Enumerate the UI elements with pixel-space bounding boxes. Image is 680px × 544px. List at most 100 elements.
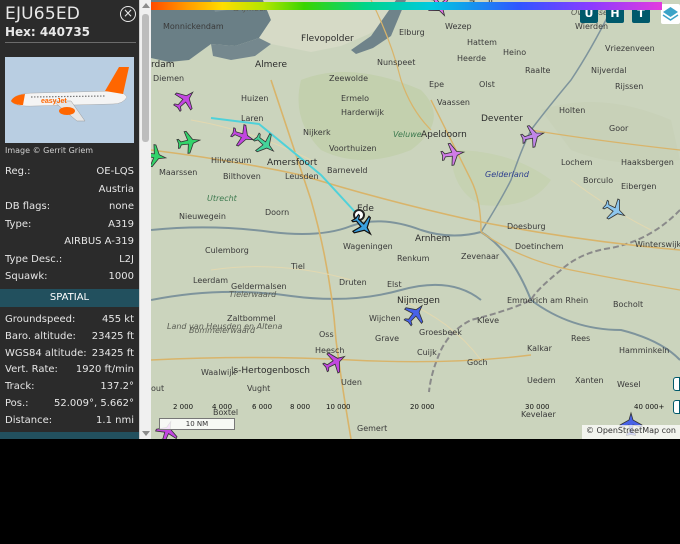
map-view[interactable]: & IJmeer Monnickendam Flevopolder Zwolle… [151, 0, 680, 439]
spatial-value: 137.2° [100, 381, 134, 393]
map-label-wijchen: Wijchen [369, 314, 401, 323]
map-label-ermelo: Ermelo [341, 94, 370, 103]
map-label-uedem: Uedem [527, 376, 556, 385]
spatial-value: 23425 ft [91, 347, 134, 359]
scroll-up-icon[interactable] [142, 3, 150, 8]
map-label-nijmegen: Nijmegen [397, 296, 440, 306]
map-label-cuijk: Cuijk [417, 348, 437, 357]
map-label-wesel: Wesel [617, 380, 641, 389]
map-label-olst: Olst [479, 80, 495, 89]
detail-value: AIRBUS A-319 [64, 236, 134, 247]
map-label-almere: Almere [255, 60, 288, 70]
map-label-nijverdal: Nijverdal [591, 66, 627, 75]
altitude-scale-labels: 2 000 4 000 6 000 8 000 10 000 20 000 30… [151, 403, 671, 415]
app: EJU65ED Hex: 440735 × easyJet Image © Ge… [0, 0, 680, 439]
map-attribution[interactable]: © OpenStreetMap con [581, 425, 680, 439]
detail-label: Type: [5, 218, 32, 230]
spatial-label: WGS84 altitude: [5, 347, 87, 359]
map-label-bilthoven: Bilthoven [223, 172, 261, 181]
airplane-photo-image: easyJet [5, 57, 134, 143]
map-label-holten: Holten [559, 106, 586, 115]
map-label-wierden: Wierden [575, 22, 609, 31]
map-label-goch: Goch [467, 358, 488, 367]
photo-credit: Image © Gerrit Griem [5, 146, 94, 155]
layers-icon [662, 7, 679, 21]
spatial-value: 23425 ft [91, 330, 134, 342]
map-label-borculo: Borculo [583, 176, 614, 185]
map-label-lochem: Lochem [561, 158, 593, 167]
spatial-section-header[interactable]: SPATIAL [0, 289, 139, 307]
map-label-renkum: Renkum [397, 254, 430, 263]
map-label-veluwe: Veluwe [393, 130, 422, 139]
spatial-label: Pos.: [5, 398, 29, 409]
map-label-bocholt: Bocholt [613, 300, 644, 309]
detail-value: 1000 [108, 271, 134, 282]
map-label-heino: Heino [503, 48, 527, 57]
map-label-leerdam: Leerdam [193, 276, 229, 285]
spatial-value: 1.1 nmi [96, 414, 134, 426]
map-label-groesbeek: Groesbeek [419, 328, 462, 337]
map-label-goor: Goor [609, 124, 629, 133]
spatial-label: Distance: [5, 414, 53, 426]
map-label-doesburg: Doesburg [507, 222, 546, 231]
map-label-doorn: Doorn [265, 208, 290, 217]
spatial-value: 52.009°, 5.662° [54, 398, 134, 409]
next-section-header[interactable] [0, 432, 139, 439]
detail-value: A319 [108, 218, 134, 230]
map-label-gelderland: Gelderland [485, 170, 529, 179]
altitude-color-scale [151, 2, 662, 10]
hex-code: Hex: 440735 [5, 25, 90, 39]
map-label-utrecht: Utrecht [207, 194, 237, 203]
map-label-nieuwegein: Nieuwegein [179, 212, 226, 221]
spatial-value: 1920 ft/min [75, 364, 134, 376]
map-label-harderwijk: Harderwijk [341, 108, 384, 117]
map-label-elburg: Elburg [399, 28, 425, 37]
map-label-druten: Druten [339, 278, 367, 287]
map-label-rijssen: Rijssen [615, 82, 644, 91]
detail-label: Reg.: [5, 166, 31, 177]
map-label-elst: Elst [387, 280, 402, 289]
spatial-label: Groundspeed: [5, 314, 76, 325]
hex-label: Hex: [5, 25, 36, 39]
spatial-label: Vert. Rate: [5, 364, 58, 376]
detail-value: Austria [98, 183, 134, 195]
aircraft-photo[interactable]: easyJet [5, 57, 134, 143]
map-label-heerde: Heerde [457, 54, 487, 63]
detail-value: OE-LQS [96, 166, 134, 177]
map-label-haaksbergen: Haaksbergen [621, 158, 674, 167]
zoom-control[interactable] [673, 377, 680, 391]
map-label-diemen: Diemen [153, 74, 185, 83]
map-label-deventer: Deventer [481, 114, 523, 124]
sidebar-scrollbar[interactable] [139, 0, 151, 439]
map-label-maarssen: Maarssen [159, 168, 198, 177]
distance-scale-bar: 10 NM [159, 418, 235, 430]
hex-value: 440735 [39, 25, 91, 39]
alt-label: 30 000 [525, 403, 550, 411]
map-label-zeewolde: Zeewolde [329, 74, 368, 83]
layers-button[interactable] [661, 4, 680, 24]
close-icon[interactable]: × [120, 6, 136, 22]
map-label-epe: Epe [429, 80, 445, 89]
map-label-ede: Ede [357, 204, 374, 214]
scroll-down-icon[interactable] [142, 431, 150, 436]
spatial-value: 455 kt [102, 314, 134, 325]
map-label-emmerich: Emmerich am Rhein [507, 296, 589, 305]
alt-label: 10 000 [326, 403, 351, 411]
map-label-raalte: Raalte [525, 66, 551, 75]
map-label-kalkar: Kalkar [527, 344, 552, 353]
detail-label: DB flags: [5, 201, 51, 212]
zoom-control-2[interactable] [673, 400, 680, 414]
detail-value: none [109, 201, 134, 212]
alt-label: 6 000 [252, 403, 273, 411]
map-label-nunspeet: Nunspeet [377, 58, 416, 67]
map-label-xanten: Xanten [575, 376, 604, 385]
spatial-label: Track: [5, 381, 35, 393]
scrollbar-thumb[interactable] [142, 14, 149, 142]
map-label-arnhem: Arnhem [415, 234, 451, 244]
map-label-culemborg: Culemborg [205, 246, 249, 255]
map-label-outskirt: out [151, 384, 165, 393]
map-label-s-hertogenbosch: 's-Hertogenbosch [231, 366, 310, 376]
map-label-uden: Uden [341, 378, 362, 387]
map-label-huizen: Huizen [241, 94, 269, 103]
map-label-kleve: Kleve [477, 316, 500, 325]
